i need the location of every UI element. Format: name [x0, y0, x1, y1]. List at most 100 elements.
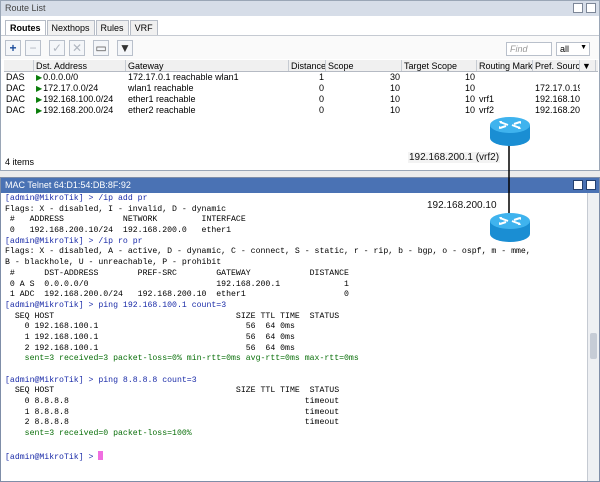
- cell-mark: [477, 72, 533, 83]
- route-list-titlebar[interactable]: Route List: [1, 1, 599, 16]
- tab-rules[interactable]: Rules: [95, 20, 129, 35]
- table-row[interactable]: DAC ▶172.17.0.0/24 wlan1 reachable 0 10 …: [4, 83, 598, 94]
- telnet-titlebar[interactable]: MAC Telnet 64:D1:54:DB:8F:92: [1, 178, 599, 193]
- cross-icon: ✕: [71, 41, 83, 55]
- col-pref-source[interactable]: Pref. Source: [533, 60, 580, 71]
- maximize-button[interactable]: [573, 180, 583, 190]
- route-arrow-icon: ▶: [36, 73, 43, 82]
- add-button[interactable]: +: [5, 40, 21, 56]
- cell-pref: 192.168.100.1: [535, 94, 580, 104]
- cell-gateway: wlan1 reachable: [128, 83, 194, 93]
- cell-dst: ▶0.0.0.0/0: [34, 72, 126, 83]
- col-distance[interactable]: Distance: [289, 60, 326, 71]
- col-scope[interactable]: Scope: [326, 60, 402, 71]
- find-input[interactable]: Find: [506, 42, 552, 56]
- enable-button[interactable]: ✓: [49, 40, 65, 56]
- remove-button[interactable]: −: [25, 40, 41, 56]
- cell-distance: 1: [318, 72, 324, 82]
- check-icon: ✓: [51, 41, 63, 55]
- output-text: 1 192.168.100.1 56 64 0ms: [5, 332, 295, 342]
- router-icon: [490, 117, 530, 146]
- routes-table: Dst. Address Gateway Distance Scope Targ…: [4, 60, 598, 116]
- scrollbar-thumb[interactable]: [590, 333, 597, 359]
- shell-prompt: [admin@MikroTik] >: [5, 452, 99, 462]
- filter-select[interactable]: all ▼: [556, 42, 590, 56]
- command-text: ping 192.168.100.1 count=3: [98, 300, 227, 310]
- cell-mark: vrf2: [479, 105, 495, 115]
- route-arrow-icon: ▶: [36, 95, 43, 104]
- toolbar: + − ✓ ✕ ▭ ▼ Find all ▼: [1, 35, 599, 59]
- cell-target-scope: 10: [464, 72, 475, 82]
- terminal-line: B - blackhole, U - unreachable, P - proh…: [5, 258, 585, 269]
- cell-target-scope: 10: [464, 94, 475, 104]
- output-text: 1 ADC 192.168.200.0/24 192.168.200.10 et…: [5, 290, 349, 300]
- col-gateway[interactable]: Gateway: [126, 60, 289, 71]
- table-row[interactable]: DAS ▶0.0.0.0/0 172.17.0.1 reachable wlan…: [4, 72, 598, 83]
- cell-flags: DAC: [6, 94, 26, 104]
- cell-gateway: ether1 reachable: [128, 94, 196, 104]
- close-button[interactable]: [586, 180, 596, 190]
- shell-prompt: [admin@MikroTik] >: [5, 194, 99, 203]
- table-row[interactable]: DAC ▶192.168.200.0/24 ether2 reachable 0…: [4, 105, 598, 116]
- command-text: ping 8.8.8.8 count=3: [98, 375, 197, 385]
- cell-gateway: ether2 reachable: [128, 105, 196, 115]
- terminal-line: [admin@MikroTik] > /ip add pr: [5, 194, 585, 205]
- terminal-line: 0 8.8.8.8 timeout: [5, 397, 585, 408]
- router-top-label: 192.168.200.1 (vrf2): [408, 152, 501, 163]
- tab-routes[interactable]: Routes: [5, 20, 46, 36]
- cell-gateway: 172.17.0.1 reachable wlan1: [128, 72, 239, 82]
- output-text: 1 8.8.8.8 timeout: [5, 407, 340, 417]
- table-header: Dst. Address Gateway Distance Scope Targ…: [4, 60, 598, 72]
- close-button[interactable]: [586, 3, 596, 13]
- output-text: 0 8.8.8.8 timeout: [5, 397, 340, 407]
- window-title: Route List: [5, 3, 46, 13]
- comment-button[interactable]: ▭: [93, 40, 109, 56]
- terminal-line: [admin@MikroTik] >: [5, 450, 585, 462]
- window-title: MAC Telnet 64:D1:54:DB:8F:92: [5, 180, 131, 190]
- output-text: B - blackhole, U - unreachable, P - proh…: [5, 258, 222, 268]
- filter-button[interactable]: ▼: [117, 40, 133, 56]
- table-row[interactable]: DAC ▶192.168.100.0/24 ether1 reachable 0…: [4, 94, 598, 105]
- chevron-down-icon: ▼: [582, 61, 591, 71]
- cell-distance: 0: [318, 105, 324, 115]
- terminal-line: 0 192.168.100.1 56 64 0ms: [5, 322, 585, 333]
- cell-pref: [533, 72, 580, 83]
- col-target-scope[interactable]: Target Scope: [402, 60, 477, 71]
- terminal-line: sent=3 received=0 packet-loss=100%: [5, 429, 585, 440]
- output-text: Flags: X - disabled, I - invalid, D - dy…: [5, 204, 227, 214]
- shell-prompt: [admin@MikroTik] >: [5, 236, 99, 246]
- cell-scope: 10: [389, 105, 400, 115]
- terminal-line: 1 8.8.8.8 timeout: [5, 408, 585, 419]
- output-text: SEQ HOST SIZE TTL TIME STATUS: [5, 311, 340, 321]
- tab-nexthops[interactable]: Nexthops: [46, 20, 95, 35]
- command-text: /ip add pr: [98, 194, 148, 203]
- cell-target-scope: 10: [464, 83, 475, 93]
- columns-menu-button[interactable]: ▼: [580, 60, 596, 71]
- cell-dst: ▶172.17.0.0/24: [34, 83, 126, 94]
- maximize-button[interactable]: [573, 3, 583, 13]
- route-arrow-icon: ▶: [36, 84, 43, 93]
- output-text: 2 8.8.8.8 timeout: [5, 418, 340, 428]
- terminal-line: 1 192.168.100.1 56 64 0ms: [5, 333, 585, 344]
- ping-summary: sent=3 received=3 packet-loss=0% min-rtt…: [5, 354, 359, 364]
- output-text: # DST-ADDRESS PREF-SRC GATEWAY DISTANCE: [5, 268, 349, 278]
- col-dst-address[interactable]: Dst. Address: [34, 60, 126, 71]
- vertical-scrollbar[interactable]: [587, 193, 599, 481]
- cell-target-scope: 10: [464, 105, 475, 115]
- cell-dst: ▶192.168.200.0/24: [34, 105, 126, 116]
- terminal-line: [admin@MikroTik] > ping 8.8.8.8 count=3: [5, 376, 585, 387]
- cell-dst-text: 192.168.100.0/24: [43, 94, 114, 104]
- desktop: Route List Routes Nexthops Rules VRF + −…: [0, 0, 600, 482]
- shell-prompt: [admin@MikroTik] >: [5, 375, 99, 385]
- terminal-line: Flags: X - disabled, A - active, D - dyn…: [5, 247, 585, 258]
- col-flags[interactable]: [4, 60, 34, 71]
- cell-scope: 30: [389, 72, 400, 82]
- tab-vrf[interactable]: VRF: [129, 20, 158, 35]
- disable-button[interactable]: ✕: [69, 40, 85, 56]
- col-routing-mark[interactable]: Routing Mark: [477, 60, 533, 71]
- output-text: 0 192.168.200.10/24 192.168.200.0 ether1: [5, 226, 232, 236]
- terminal-line: 1 ADC 192.168.200.0/24 192.168.200.10 et…: [5, 290, 585, 301]
- output-text: Flags: X - disabled, A - active, D - dyn…: [5, 247, 531, 257]
